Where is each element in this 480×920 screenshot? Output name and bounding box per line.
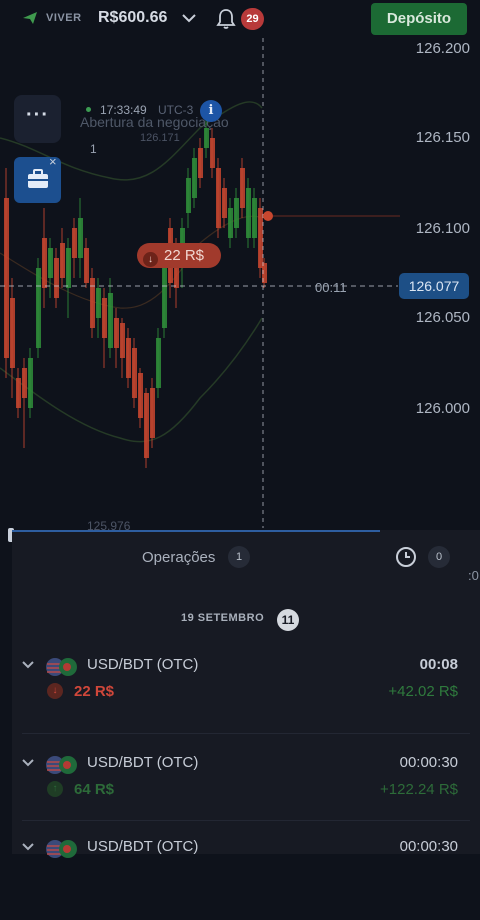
candle-body [102, 298, 107, 338]
account-type[interactable]: VIVER [46, 12, 82, 24]
trade-pair: USD/BDT (OTC) [87, 656, 199, 673]
close-icon[interactable]: × [49, 154, 57, 169]
candle-body [54, 258, 59, 298]
more-menu-button[interactable]: ··· [14, 95, 61, 143]
chevron-down-icon[interactable] [21, 660, 35, 670]
truncated-label: :0 [468, 568, 479, 583]
candle-body [144, 393, 149, 458]
candle-body [210, 138, 215, 168]
candle-body [186, 178, 191, 213]
trade-amount: 64 R$ [74, 781, 115, 798]
paper-plane-icon [23, 12, 37, 24]
candle-body [10, 298, 15, 368]
trade-payout: +122.24 R$ [380, 781, 458, 798]
live-dot [86, 107, 91, 112]
trade-duration: 00:08 [419, 656, 458, 673]
operations-count-badge: 1 [228, 546, 250, 568]
trade-row[interactable]: USD/BDT (OTC) 00:00:30 [12, 834, 480, 920]
candle-body [192, 158, 197, 198]
arrow-down-icon: ↓ [143, 252, 158, 267]
candle-countdown: 00:11 [315, 280, 347, 295]
candle-body [216, 168, 221, 228]
trade-row[interactable]: USD/BDT (OTC) 00:08 ↓ 22 R$ +42.02 R$ [12, 652, 480, 738]
date-count-badge: 11 [277, 609, 299, 631]
candle-body [258, 208, 263, 268]
top-bar: VIVER R$600.66 29 Depósito [0, 0, 480, 38]
candle-body [240, 168, 245, 208]
balance[interactable]: R$600.66 [98, 9, 167, 27]
candle-body [66, 248, 71, 288]
candle-body [246, 188, 251, 238]
price-axis-label: 126.100 [415, 220, 470, 237]
open-trade-tag[interactable]: ↓ 22 R$ [137, 243, 221, 268]
candle-body [234, 198, 239, 228]
notification-badge[interactable]: 29 [241, 8, 264, 30]
candle-body [78, 218, 83, 258]
candle-body [22, 368, 27, 398]
trade-amount: 22 R$ [74, 683, 115, 700]
candle-body [138, 373, 143, 418]
arrow-up-icon: ↑ [47, 781, 63, 797]
trade-pair: USD/BDT (OTC) [87, 838, 199, 855]
candle-body [222, 188, 227, 218]
deposit-button[interactable]: Depósito [371, 3, 467, 35]
arrow-down-icon: ↓ [47, 683, 63, 699]
open-trade-amount: 22 R$ [164, 247, 205, 264]
price-axis-label: 126.000 [415, 400, 470, 417]
clock-icon[interactable] [394, 545, 418, 569]
candle-body [162, 258, 167, 328]
history-count-badge: 0 [428, 546, 450, 568]
chevron-down-icon[interactable] [21, 758, 35, 768]
candle-body [204, 128, 209, 148]
date-header: 19 SETEMBRO [181, 612, 265, 624]
price-chart[interactable]: 126.200 126.150 126.100 126.050 126.000 … [0, 38, 480, 533]
candle-body [48, 248, 53, 278]
price-axis-label: 126.200 [415, 40, 470, 57]
trade-payout: +42.02 R$ [388, 683, 458, 700]
candle-body [42, 238, 47, 288]
candle-body [252, 198, 257, 238]
price-axis-label: 126.050 [415, 309, 470, 326]
trade-pair: USD/BDT (OTC) [87, 754, 199, 771]
candle-body [36, 268, 41, 348]
open-price-label: 126.171 [140, 132, 180, 144]
candle-body [108, 293, 113, 348]
active-tab-indicator [12, 530, 380, 532]
trade-duration: 00:00:30 [399, 838, 458, 855]
open-trade-count: 1 [90, 142, 97, 156]
info-icon[interactable]: i [200, 100, 222, 122]
chevron-down-icon[interactable] [21, 842, 35, 852]
open-trade-marker [263, 211, 273, 221]
chevron-down-icon[interactable] [181, 12, 197, 24]
candle-body [96, 288, 101, 318]
candle-body [126, 338, 131, 378]
tab-operations[interactable]: Operações [142, 549, 215, 566]
divider [22, 733, 470, 734]
candle-body [120, 323, 125, 358]
candle-body [132, 348, 137, 398]
candle-body [16, 378, 21, 408]
candle-body [198, 148, 203, 178]
panel-edge [0, 528, 12, 854]
usd-bdt-flag-icon [46, 840, 77, 858]
usd-bdt-flag-icon [46, 658, 77, 676]
usd-bdt-flag-icon [46, 756, 77, 774]
divider [22, 820, 470, 821]
trade-row[interactable]: USD/BDT (OTC) 00:00:30 ↑ 64 R$ +122.24 R… [12, 750, 480, 836]
candle-body [228, 208, 233, 238]
candle-body [72, 228, 77, 258]
current-price-label: 126.077 [399, 273, 469, 299]
candle-body [28, 358, 33, 408]
bell-icon[interactable] [216, 8, 236, 30]
trade-duration: 00:00:30 [399, 754, 458, 771]
operations-panel: Operações 1 0 19 SETEMBRO 11 USD/BDT (OT… [12, 530, 480, 858]
candle-body [4, 198, 9, 358]
candle-body [84, 248, 89, 283]
candle-body [156, 338, 161, 388]
candle-body [60, 243, 65, 278]
candle-body [150, 388, 155, 438]
price-axis-label: 126.150 [415, 129, 470, 146]
candle-body [114, 318, 119, 348]
